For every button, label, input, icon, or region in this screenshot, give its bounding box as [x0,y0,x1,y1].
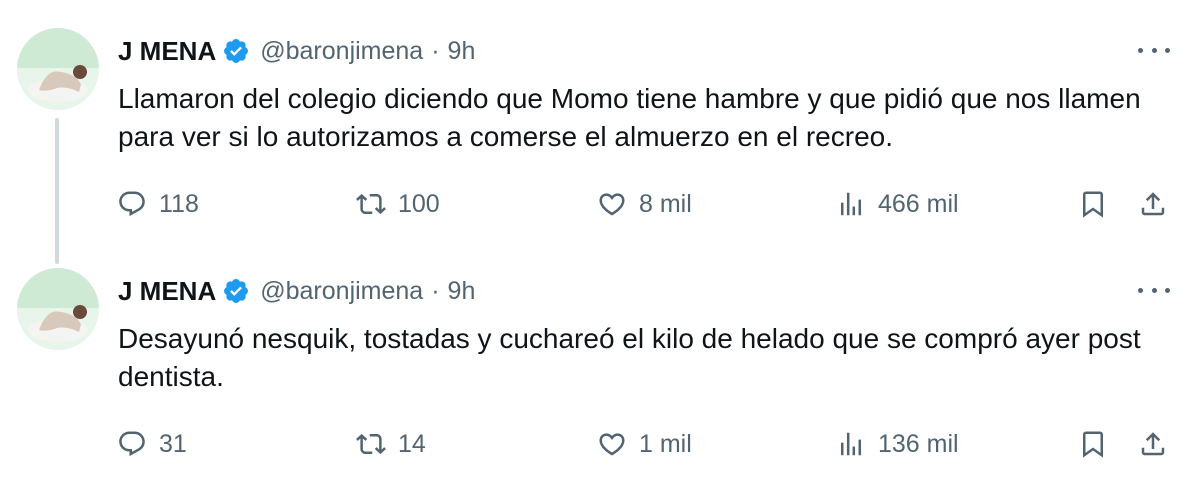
retweet-icon [356,433,386,455]
tweet-actions: 31 14 1 mil 136 mil [0,424,1200,464]
more-options-icon[interactable] [1138,40,1170,60]
views-button[interactable]: 136 mil [836,424,959,464]
share-button[interactable] [1138,184,1168,224]
tweet-2[interactable]: J MENA @baronjimena · 9h Desayunó nesqui… [0,240,1200,478]
views-count: 136 mil [878,429,959,458]
bookmark-icon [1083,431,1103,458]
retweet-icon [356,193,386,215]
timestamp[interactable]: 9h [448,277,476,306]
share-button[interactable] [1138,424,1168,464]
separator-dot: · [431,276,440,305]
like-count: 8 mil [639,189,692,218]
retweet-button[interactable]: 14 [356,424,426,464]
views-bar-chart-icon [841,192,861,216]
share-icon [1141,192,1165,216]
like-count: 1 mil [639,429,692,458]
like-button[interactable]: 1 mil [597,424,692,464]
display-name[interactable]: J MENA [118,36,216,67]
retweet-count: 14 [398,429,426,458]
verified-badge-icon [222,37,250,65]
more-options-icon[interactable] [1138,280,1170,300]
tweet-actions: 118 100 8 mil 466 mil [0,184,1200,224]
tweet-text: Desayunó nesquik, tostadas y cuchareó el… [118,323,1141,392]
reply-button[interactable]: 31 [117,424,187,464]
reply-icon [119,431,145,457]
avatar[interactable] [17,28,99,110]
views-count: 466 mil [878,189,959,218]
bookmark-icon [1083,191,1103,218]
reply-count: 31 [159,429,187,458]
like-button[interactable]: 8 mil [597,184,692,224]
timestamp[interactable]: 9h [448,37,476,66]
handle[interactable]: @baronjimena [260,277,423,306]
verified-badge-icon [222,277,250,305]
heart-icon [599,433,625,456]
handle[interactable]: @baronjimena [260,37,423,66]
retweet-count: 100 [398,189,440,218]
views-button[interactable]: 466 mil [836,184,959,224]
bookmark-button[interactable] [1078,424,1108,464]
bookmark-button[interactable] [1078,184,1108,224]
tweet-1[interactable]: J MENA @baronjimena · 9h Llamaron del co… [0,0,1200,264]
tweet-header: J MENA @baronjimena · 9h [118,274,475,308]
reply-button[interactable]: 118 [117,184,199,224]
separator-dot: · [431,36,440,65]
avatar[interactable] [17,268,99,350]
reply-count: 118 [159,189,199,218]
tweet-header: J MENA @baronjimena · 9h [118,34,475,68]
views-bar-chart-icon [841,432,861,456]
tweet-text: Llamaron del colegio diciendo que Momo t… [118,83,1141,152]
reply-icon [119,191,145,217]
share-icon [1141,432,1165,456]
heart-icon [599,193,625,216]
retweet-button[interactable]: 100 [356,184,440,224]
display-name[interactable]: J MENA [118,276,216,307]
